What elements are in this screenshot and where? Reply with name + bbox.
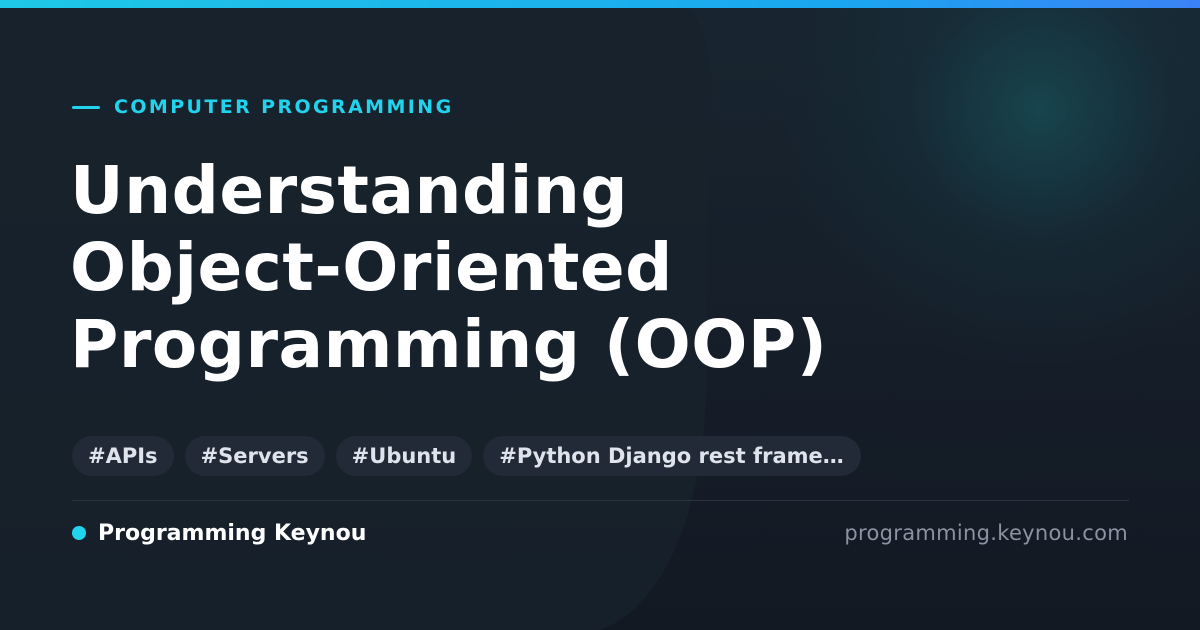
category-label: COMPUTER PROGRAMMING <box>72 94 454 120</box>
brand-name: Programming Keynou <box>98 520 367 546</box>
tag-ubuntu[interactable]: #Ubuntu <box>335 436 473 476</box>
category-text: COMPUTER PROGRAMMING <box>114 96 454 118</box>
page-title: Understanding Object-Oriented Programmin… <box>70 152 970 383</box>
brand: Programming Keynou <box>72 519 366 547</box>
tag-servers[interactable]: #Servers <box>184 436 325 476</box>
site-url[interactable]: programming.keynou.com <box>844 519 1128 547</box>
title-line-1: Understanding <box>70 152 629 229</box>
brand-dot-icon <box>72 526 86 540</box>
tag-python-django[interactable]: #Python Django rest framework <box>483 436 862 476</box>
category-dash-icon <box>72 105 100 109</box>
divider <box>72 500 1129 501</box>
tag-list: #APIs #Servers #Ubuntu #Python Django re… <box>72 436 862 476</box>
tag-apis[interactable]: #APIs <box>72 436 174 476</box>
accent-top-bar <box>0 0 1200 8</box>
title-line-2: Object-Oriented <box>70 229 673 306</box>
title-line-3: Programming (OOP) <box>70 306 828 383</box>
